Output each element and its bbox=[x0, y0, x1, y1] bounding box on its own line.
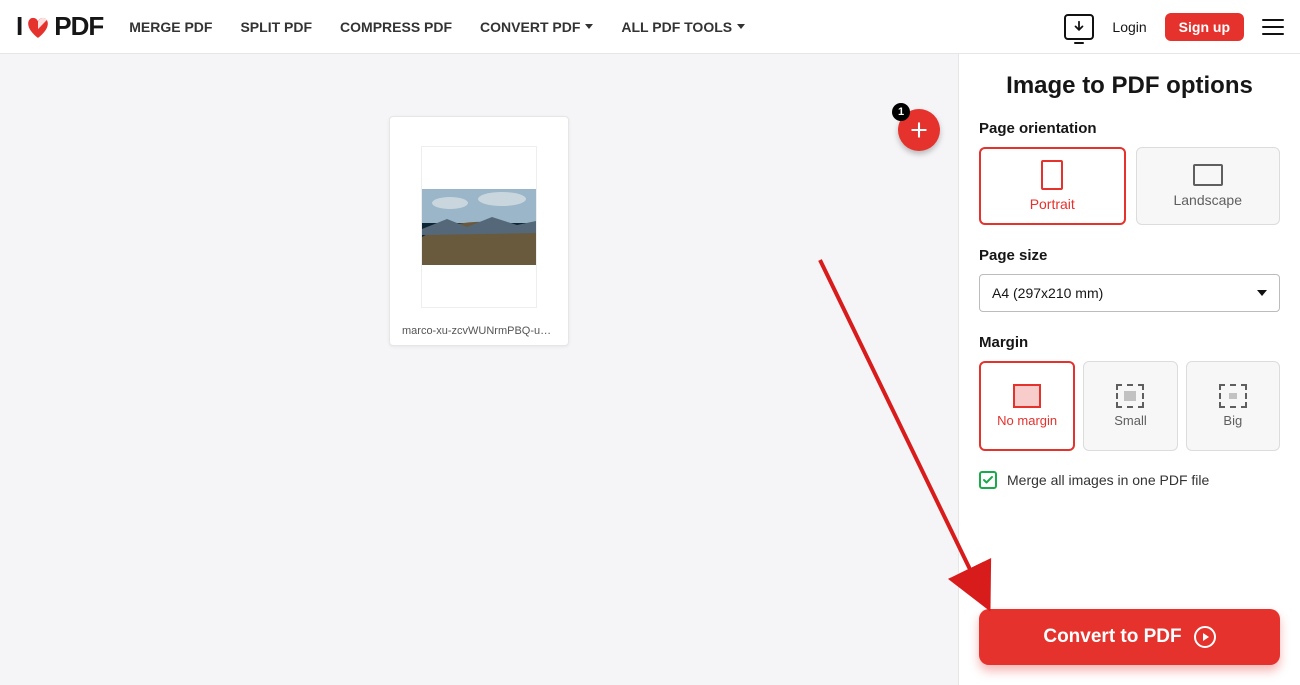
chevron-down-icon bbox=[737, 24, 745, 29]
margin-big[interactable]: Big bbox=[1186, 361, 1280, 451]
download-desktop-button[interactable] bbox=[1064, 14, 1094, 40]
landscape-icon bbox=[1193, 164, 1223, 186]
chevron-down-icon bbox=[1257, 290, 1267, 296]
nav-convert-pdf[interactable]: CONVERT PDF bbox=[480, 19, 593, 35]
nav-merge-pdf[interactable]: MERGE PDF bbox=[129, 19, 212, 35]
app-header: I PDF MERGE PDF SPLIT PDF COMPRESS PDF C… bbox=[0, 0, 1300, 54]
margin-label: Margin bbox=[979, 334, 1280, 351]
margin-options: No margin Small Big bbox=[979, 361, 1280, 451]
no-margin-icon bbox=[1013, 384, 1041, 408]
main-nav: MERGE PDF SPLIT PDF COMPRESS PDF CONVERT… bbox=[129, 19, 745, 35]
convert-to-pdf-button[interactable]: Convert to PDF bbox=[979, 609, 1280, 665]
orientation-label: Page orientation bbox=[979, 120, 1280, 137]
heart-icon bbox=[24, 15, 52, 39]
file-count-badge: 1 bbox=[892, 103, 910, 121]
orientation-portrait[interactable]: Portrait bbox=[979, 147, 1126, 225]
login-link[interactable]: Login bbox=[1112, 19, 1146, 35]
arrow-circle-icon bbox=[1194, 626, 1216, 648]
workspace: 1 marco-xu-zcvWUNrmPBQ-unsp... bbox=[0, 54, 958, 685]
image-preview-icon bbox=[422, 189, 536, 265]
merge-checkbox[interactable] bbox=[979, 471, 997, 489]
sidebar-footer: Convert to PDF bbox=[959, 595, 1300, 685]
chevron-down-icon bbox=[585, 24, 593, 29]
logo-text-left: I bbox=[16, 11, 22, 42]
margin-small[interactable]: Small bbox=[1083, 361, 1177, 451]
merge-option-row: Merge all images in one PDF file bbox=[979, 471, 1280, 489]
file-caption: marco-xu-zcvWUNrmPBQ-unsp... bbox=[402, 325, 556, 337]
menu-button[interactable] bbox=[1262, 19, 1284, 35]
margin-none[interactable]: No margin bbox=[979, 361, 1075, 451]
file-thumbnail-card[interactable]: marco-xu-zcvWUNrmPBQ-unsp... bbox=[389, 116, 569, 346]
sidebar-title: Image to PDF options bbox=[979, 72, 1280, 100]
big-margin-icon bbox=[1219, 384, 1247, 408]
page-preview bbox=[422, 147, 536, 307]
header-right: Login Sign up bbox=[1064, 13, 1284, 41]
options-sidebar: Image to PDF options Page orientation Po… bbox=[958, 54, 1300, 685]
add-file-button[interactable]: 1 bbox=[898, 109, 940, 151]
page-size-value: A4 (297x210 mm) bbox=[992, 285, 1103, 301]
signup-button[interactable]: Sign up bbox=[1165, 13, 1244, 41]
logo-text-right: PDF bbox=[54, 11, 103, 42]
small-margin-icon bbox=[1116, 384, 1144, 408]
portrait-icon bbox=[1041, 160, 1063, 190]
nav-split-pdf[interactable]: SPLIT PDF bbox=[240, 19, 312, 35]
plus-icon bbox=[909, 120, 929, 140]
page-size-select[interactable]: A4 (297x210 mm) bbox=[979, 274, 1280, 312]
download-icon bbox=[1072, 20, 1086, 34]
orientation-options: Portrait Landscape bbox=[979, 147, 1280, 225]
nav-compress-pdf[interactable]: COMPRESS PDF bbox=[340, 19, 452, 35]
check-icon bbox=[982, 474, 994, 486]
nav-all-pdf-tools[interactable]: ALL PDF TOOLS bbox=[621, 19, 745, 35]
page-size-label: Page size bbox=[979, 247, 1280, 264]
logo[interactable]: I PDF bbox=[16, 11, 103, 42]
merge-label: Merge all images in one PDF file bbox=[1007, 472, 1209, 488]
orientation-landscape[interactable]: Landscape bbox=[1136, 147, 1281, 225]
